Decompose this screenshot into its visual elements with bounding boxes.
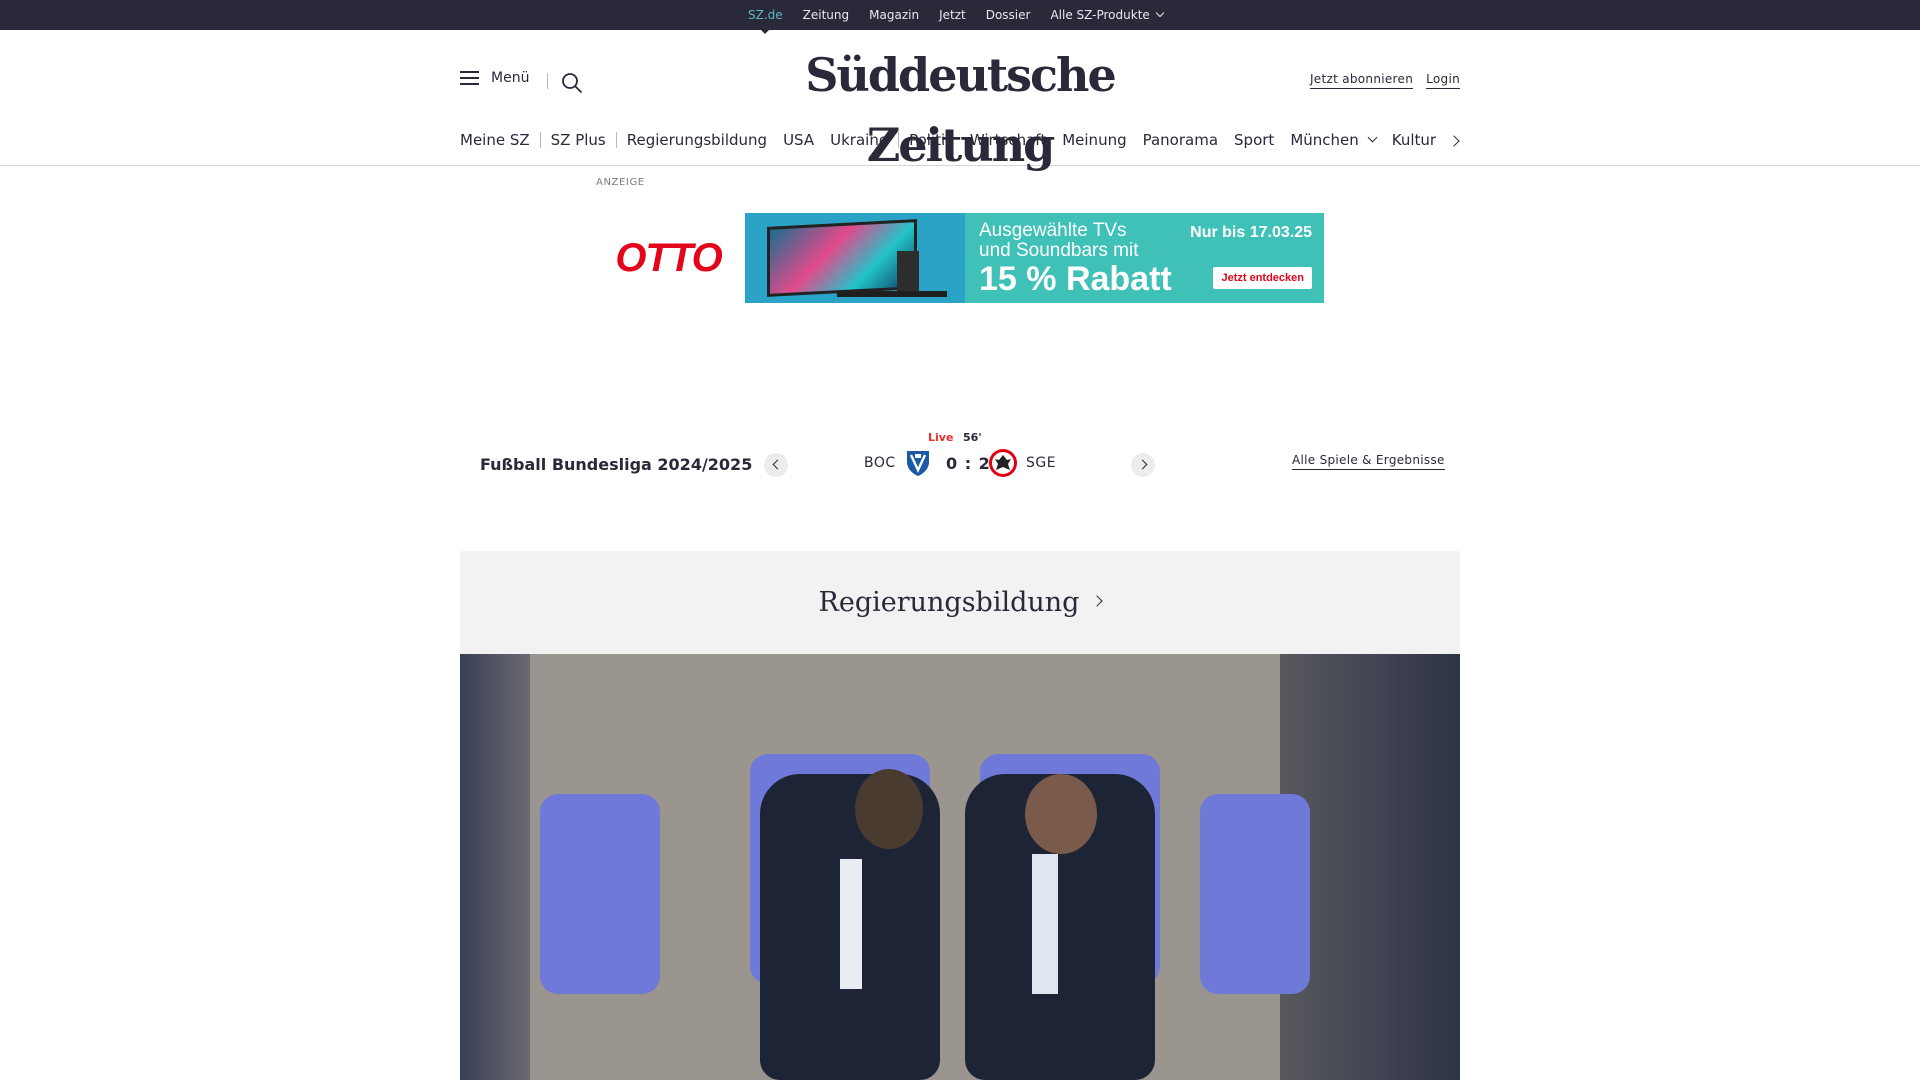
scoreboard-prev-button[interactable]: [764, 453, 788, 477]
match-minute: 56': [963, 431, 982, 444]
topbar-link-jetzt[interactable]: Jetzt: [939, 8, 966, 22]
nav-item-regierungsbildung[interactable]: Regierungsbildung: [627, 131, 767, 149]
nav-item-wirtschaft[interactable]: Wirtschaft: [970, 131, 1046, 149]
away-team[interactable]: SGE: [1026, 455, 1056, 471]
ad-date: Nur bis 17.03.25: [1190, 224, 1312, 241]
hero-blur-left: [460, 654, 530, 1080]
nav-item-sz-plus[interactable]: SZ Plus: [551, 131, 606, 149]
ad-headline-line1: Ausgewählte TVs: [979, 220, 1127, 241]
topbar-link-szde[interactable]: SZ.de: [748, 8, 783, 34]
topbar-link-dossier[interactable]: Dossier: [986, 8, 1031, 22]
all-games-link[interactable]: Alle Spiele & Ergebnisse: [1292, 453, 1445, 470]
ad-headline-line2: und Soundbars mit: [979, 240, 1139, 261]
hero-image[interactable]: [460, 654, 1460, 1080]
topbar-link-products[interactable]: Alle SZ-Produkte: [1050, 8, 1165, 22]
ad-headline: Ausgewählte TVs und Soundbars mit: [979, 221, 1139, 261]
topbar-link-zeitung[interactable]: Zeitung: [803, 8, 849, 22]
otto-logo: OTTO: [615, 235, 722, 280]
ad-text-panel: Ausgewählte TVs und Soundbars mit 15 % R…: [965, 213, 1324, 303]
topbar-link-magazin[interactable]: Magazin: [869, 8, 919, 22]
nav-item-muenchen-label: München: [1290, 131, 1359, 149]
nav-divider: [539, 132, 541, 148]
section-header[interactable]: Regierungsbildung: [460, 551, 1460, 654]
live-badge: Live: [928, 431, 954, 444]
nav-item-sport[interactable]: Sport: [1234, 131, 1274, 149]
vfl-bochum-crest-icon: [907, 451, 929, 476]
nav-item-muenchen[interactable]: München: [1290, 131, 1378, 149]
menu-label: Menü: [491, 70, 530, 86]
nav-item-kultur[interactable]: Kultur: [1392, 131, 1436, 149]
ad-brand-panel: OTTO: [592, 213, 745, 303]
section-title: Regierungsbildung: [818, 587, 1080, 618]
topbar-products-label: Alle SZ-Produkte: [1050, 8, 1150, 22]
league-title: Fußball Bundesliga 2024/2025: [480, 455, 753, 474]
person-right-head: [1025, 774, 1097, 854]
person-left-head: [855, 769, 923, 849]
top-bar: SZ.de Zeitung Magazin Jetzt Dossier Alle…: [0, 0, 1920, 34]
nav-item-usa[interactable]: USA: [783, 131, 814, 149]
ad-discount: 15 % Rabatt: [979, 260, 1172, 298]
shirt-left: [840, 859, 862, 989]
site-header: Menü Süddeutsche Zeitung Jetzt abonniere…: [0, 30, 1920, 172]
chair-left: [540, 794, 660, 994]
nav-item-ukraine[interactable]: Ukraine: [830, 131, 888, 149]
nav-item-meine-sz[interactable]: Meine SZ: [460, 131, 530, 149]
tv-image: [767, 219, 917, 297]
site-logo[interactable]: Süddeutsche Zeitung: [720, 40, 1200, 172]
login-link[interactable]: Login: [1426, 72, 1460, 89]
top-bar-links: SZ.de Zeitung Magazin Jetzt Dossier Alle…: [748, 0, 1183, 34]
nav-item-panorama[interactable]: Panorama: [1143, 131, 1218, 149]
header-divider: [547, 73, 548, 89]
ad-product-image: [745, 213, 965, 303]
ad-label: ANZEIGE: [596, 177, 645, 188]
nav-divider: [615, 132, 617, 148]
chevron-right-icon: [1091, 594, 1104, 607]
chevron-down-icon: [1155, 8, 1165, 18]
chevron-down-icon: [1367, 132, 1378, 142]
ad-banner[interactable]: OTTO Ausgewählte TVs und Soundbars mit 1…: [592, 213, 1324, 303]
match-score[interactable]: 0 : 2: [946, 454, 991, 473]
home-team[interactable]: BOC: [864, 455, 896, 471]
scoreboard-next-button[interactable]: [1131, 453, 1155, 477]
main-nav: Meine SZ SZ Plus Regierungsbildung USA U…: [460, 128, 1452, 152]
nav-item-meinung[interactable]: Meinung: [1062, 131, 1126, 149]
nav-divider: [898, 132, 900, 148]
search-icon[interactable]: [561, 72, 583, 94]
nav-scroll-right-icon[interactable]: [1448, 134, 1462, 148]
nav-item-politik[interactable]: Politik: [909, 131, 954, 149]
ad-cta-button[interactable]: Jetzt entdecken: [1213, 267, 1312, 289]
shirt-right: [1032, 854, 1058, 994]
eintracht-frankfurt-crest-icon: [989, 449, 1017, 477]
menu-button[interactable]: Menü: [460, 70, 529, 86]
chair-right: [1200, 794, 1310, 994]
speaker-image: [897, 251, 919, 293]
hamburger-icon: [460, 71, 479, 85]
soundbar-image: [837, 291, 947, 297]
account-links: Jetzt abonnieren Login: [1297, 72, 1460, 89]
subscribe-link[interactable]: Jetzt abonnieren: [1309, 72, 1414, 89]
